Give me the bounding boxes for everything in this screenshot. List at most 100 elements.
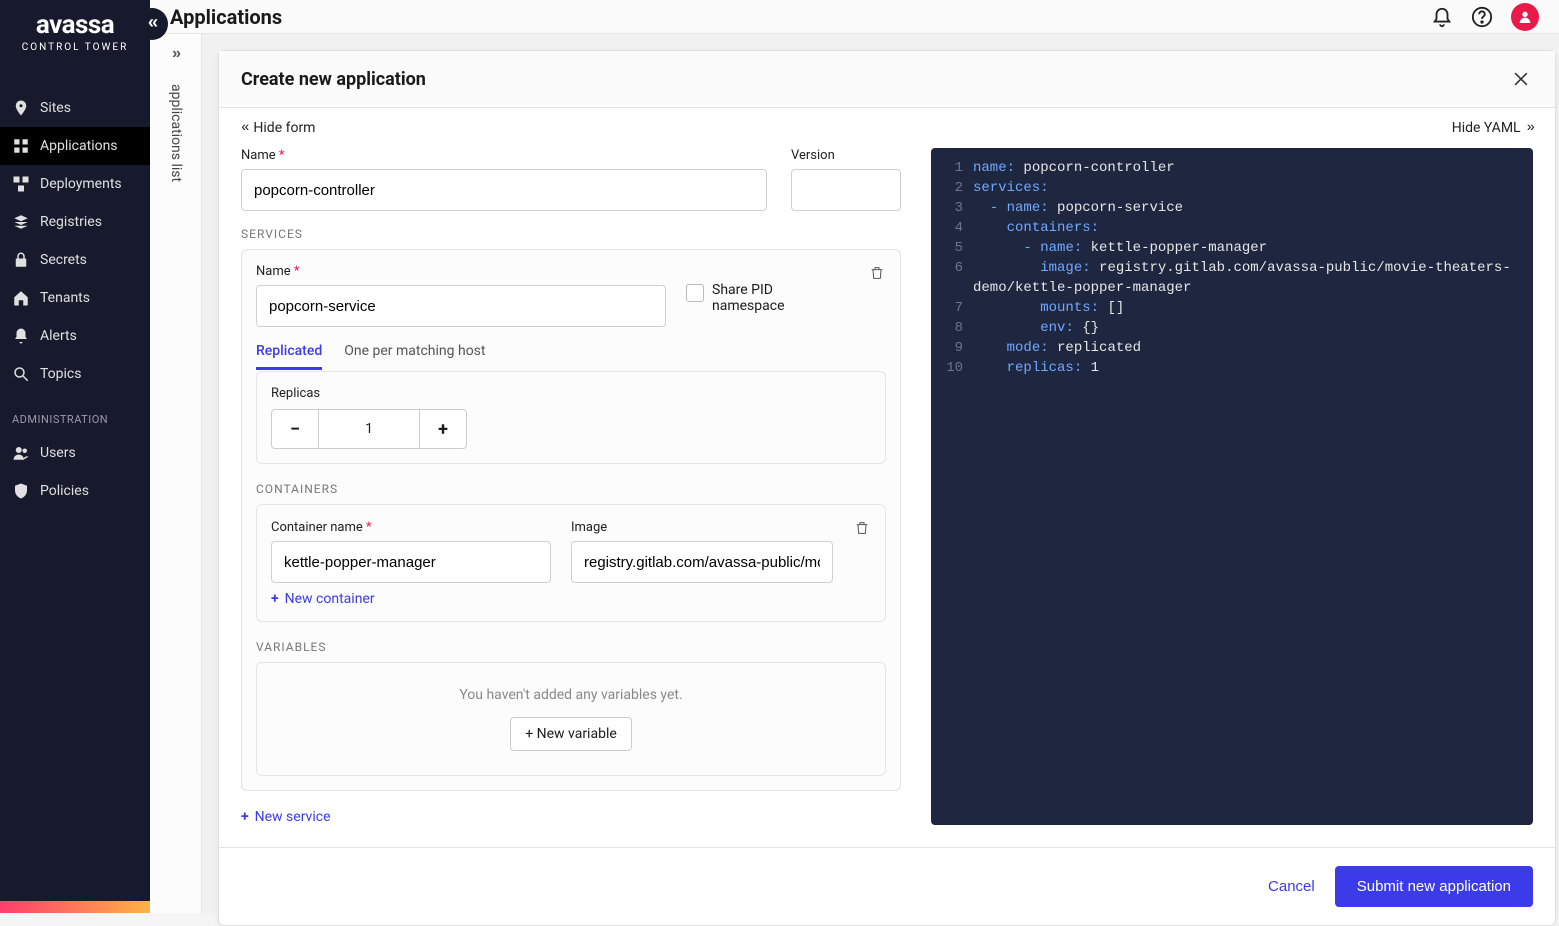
logo-area: avassa CONTROL TOWER « [0,0,150,59]
line-number: 2 [943,180,973,196]
yaml-line: 2services: [931,178,1533,198]
delete-container-button[interactable] [853,519,871,537]
service-panel: Name * Share PID namespace Replicated On… [241,249,901,791]
sidebar-item-users[interactable]: Users [0,434,150,472]
brand-logo: avassa [10,10,140,40]
container-name-input[interactable] [271,541,551,583]
sidebar-item-label: Sites [40,100,71,116]
code-content: replicas: 1 [973,360,1099,376]
sidebar-item-alerts[interactable]: Alerts [0,317,150,355]
lock-icon [12,251,30,269]
modal-title: Create new application [241,69,426,90]
expand-list-button[interactable]: » [150,34,201,74]
secondary-sidebar: » applications list [150,34,202,913]
chevron-left-icon: « [241,120,247,136]
yaml-line: 3 - name: popcorn-service [931,198,1533,218]
version-input[interactable] [791,169,901,211]
yaml-line: demo/kettle-popper-manager [931,278,1533,298]
replicas-stepper: − 1 + [271,409,871,449]
sidebar-item-tenants[interactable]: Tenants [0,279,150,317]
sidebar-item-label: Deployments [40,176,122,192]
sidebar-item-secrets[interactable]: Secrets [0,241,150,279]
cancel-button[interactable]: Cancel [1268,878,1315,895]
search-icon [12,365,30,383]
image-label: Image [571,520,833,535]
boxes-icon [12,175,30,193]
modal-footer: Cancel Submit new application [219,847,1555,925]
name-label: Name * [241,148,767,163]
modal-toolbar: « Hide form Hide YAML » [219,108,1555,148]
new-variable-button[interactable]: + New variable [510,717,632,751]
line-number: 1 [943,160,973,176]
tab-replicated[interactable]: Replicated [256,343,322,370]
notifications-icon[interactable] [1431,6,1453,28]
tab-one-per-host[interactable]: One per matching host [344,343,485,370]
new-service-button[interactable]: New service [241,809,331,825]
sidebar-accent [0,901,150,913]
code-content: env: {} [973,320,1099,336]
version-label: Version [791,148,901,163]
app-name-input[interactable] [241,169,767,211]
close-icon[interactable] [1509,67,1533,91]
code-content: mode: replicated [973,340,1141,356]
line-number: 6 [943,260,973,276]
sidebar-item-label: Applications [40,138,118,154]
sidebar-item-label: Users [40,445,76,461]
sidebar-item-sites[interactable]: Sites [0,89,150,127]
sidebar-item-deployments[interactable]: Deployments [0,165,150,203]
code-content: image: registry.gitlab.com/avassa-public… [973,260,1511,276]
sidebar-section-admin: ADMINISTRATION [0,393,150,434]
code-content: name: popcorn-controller [973,160,1175,176]
help-icon[interactable] [1471,6,1493,28]
yaml-line: 8 env: {} [931,318,1533,338]
secondary-sidebar-label: applications list [168,74,184,182]
topbar: Applications [150,0,1559,34]
sidebar-item-policies[interactable]: Policies [0,472,150,510]
replicas-decrement-button[interactable]: − [271,409,319,449]
line-number: 10 [943,360,973,376]
sidebar: avassa CONTROL TOWER « Sites Application… [0,0,150,913]
modal-header: Create new application [219,51,1555,108]
code-content: demo/kettle-popper-manager [973,280,1191,296]
delete-service-button[interactable] [868,264,886,282]
share-pid-checkbox[interactable] [686,284,704,302]
replicas-panel: Replicas − 1 + [256,371,886,464]
sidebar-item-label: Policies [40,483,89,499]
sidebar-item-label: Alerts [40,328,77,344]
sidebar-item-applications[interactable]: Applications [0,127,150,165]
yaml-line: 1name: popcorn-controller [931,158,1533,178]
sidebar-item-registries[interactable]: Registries [0,203,150,241]
hide-yaml-button[interactable]: Hide YAML » [1452,120,1533,136]
code-content: services: [973,180,1049,196]
collapse-sidebar-button[interactable]: « [136,8,168,40]
users-icon [12,444,30,462]
yaml-line: 6 image: registry.gitlab.com/avassa-publ… [931,258,1533,278]
share-pid-label: Share PID namespace [712,282,832,314]
chevron-right-icon: » [1527,120,1533,136]
create-application-modal: Create new application « Hide form Hide … [218,50,1556,926]
hide-yaml-label: Hide YAML [1452,120,1521,136]
primary-nav: Sites Applications Deployments Registrie… [0,89,150,510]
service-name-input[interactable] [256,285,666,327]
hide-form-label: Hide form [253,120,315,136]
replicas-increment-button[interactable]: + [419,409,467,449]
user-avatar[interactable] [1511,3,1539,31]
image-input[interactable] [571,541,833,583]
grid-icon [12,137,30,155]
house-icon [12,289,30,307]
sidebar-item-label: Registries [40,214,102,230]
sidebar-item-label: Topics [40,366,81,382]
yaml-preview: 1name: popcorn-controller2services:3 - n… [931,148,1533,825]
sidebar-item-topics[interactable]: Topics [0,355,150,393]
hide-form-button[interactable]: « Hide form [241,120,315,136]
services-section-label: SERVICES [241,227,901,241]
new-container-button[interactable]: New container [271,591,375,607]
service-name-label: Name * [256,264,666,279]
line-number: 5 [943,240,973,256]
line-number: 9 [943,340,973,356]
line-number: 3 [943,200,973,216]
submit-button[interactable]: Submit new application [1335,866,1533,907]
yaml-line: 10 replicas: 1 [931,358,1533,378]
line-number: 4 [943,220,973,236]
code-content: containers: [973,220,1099,236]
